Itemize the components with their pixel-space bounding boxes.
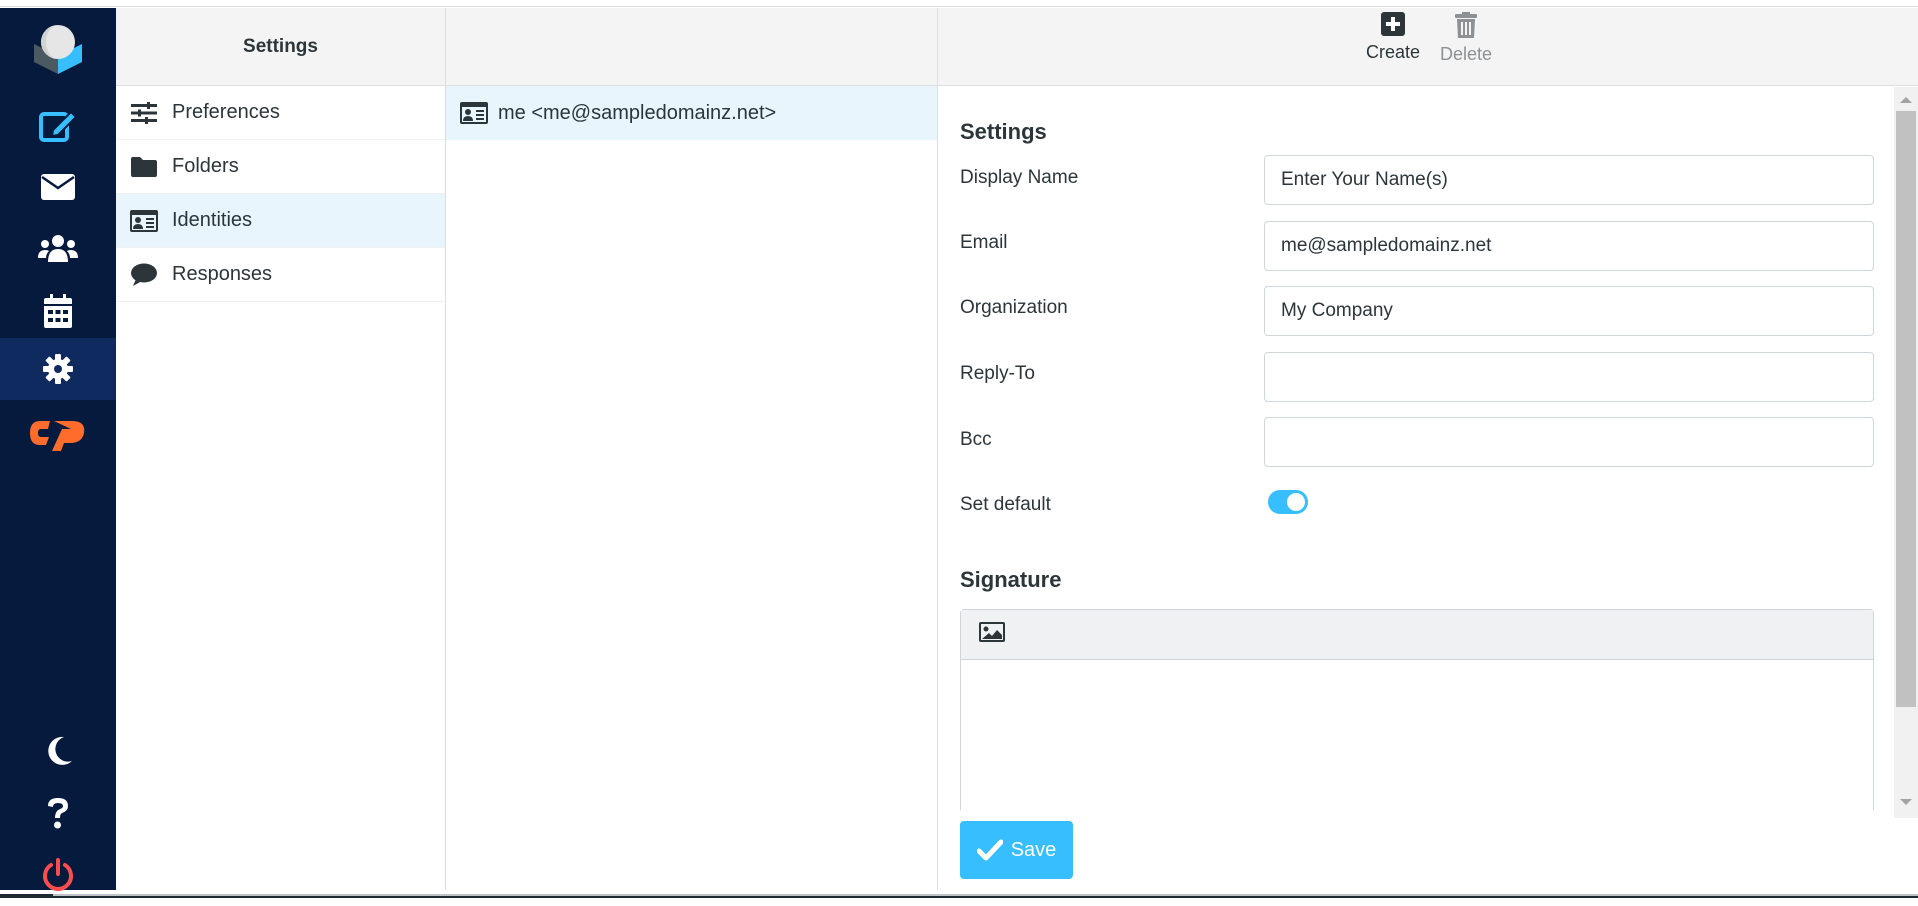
scrollbar-thumb[interactable] (1896, 111, 1916, 707)
identity-edit-panel: Create Delete Settings Display Name Emai… (938, 8, 1918, 890)
nav-contacts[interactable] (0, 218, 116, 280)
settings-item-label: Responses (172, 263, 273, 285)
os-taskbar-edge (0, 894, 1918, 898)
nav-mail[interactable] (0, 156, 116, 218)
compose-icon (39, 110, 77, 142)
set-default-toggle[interactable] (1268, 490, 1308, 514)
scroll-up-icon[interactable] (1900, 97, 1912, 103)
check-icon (976, 839, 1003, 861)
email-input[interactable] (1264, 221, 1874, 271)
trash-icon (1455, 12, 1478, 38)
main-nav (0, 8, 116, 891)
email-label: Email (960, 232, 1008, 253)
nav-calendar[interactable] (0, 280, 116, 342)
delete-label: Delete (1440, 44, 1493, 64)
folder-icon (130, 155, 158, 179)
nav-cpanel[interactable] (0, 402, 116, 464)
identity-list-item[interactable]: me <me@sampledomainz.net> (446, 86, 937, 140)
settings-item-label: Preferences (172, 101, 280, 123)
insert-image-button[interactable] (979, 622, 1005, 647)
save-label: Save (1010, 838, 1057, 861)
create-button[interactable]: Create (1366, 12, 1420, 63)
id-card-icon (460, 101, 490, 125)
nav-settings[interactable] (0, 338, 116, 400)
identity-label: me <me@sampledomainz.net> (498, 101, 777, 124)
users-icon (38, 235, 78, 262)
reply-to-label: Reply-To (960, 363, 1035, 384)
moon-icon (48, 736, 72, 765)
signature-input[interactable] (961, 660, 1873, 810)
nav-compose[interactable] (0, 94, 116, 156)
create-label: Create (1366, 42, 1421, 62)
plus-square-icon (1381, 12, 1406, 36)
organization-label: Organization (960, 297, 1068, 318)
save-button[interactable]: Save (960, 821, 1073, 879)
settings-item-preferences[interactable]: Preferences (116, 86, 445, 140)
settings-item-label: Folders (172, 155, 239, 177)
settings-item-identities[interactable]: Identities (116, 194, 445, 248)
toggle-knob (1287, 493, 1305, 511)
sliders-icon (130, 101, 158, 125)
roundcube-logo-icon (34, 25, 82, 74)
settings-item-label: Identities (172, 209, 253, 231)
question-icon (48, 798, 68, 829)
envelope-icon (41, 174, 75, 200)
reply-to-input[interactable] (1264, 352, 1874, 402)
organization-input[interactable] (1264, 286, 1874, 336)
nav-help[interactable] (0, 782, 116, 844)
settings-section-title: Settings (960, 119, 1047, 144)
scroll-down-icon[interactable] (1900, 799, 1912, 805)
cpanel-icon (30, 421, 85, 451)
nav-dark-mode[interactable] (0, 720, 116, 782)
settings-column-title: Settings (116, 8, 445, 86)
comment-icon (130, 263, 158, 287)
vertical-scrollbar[interactable] (1894, 87, 1918, 818)
bcc-input[interactable] (1264, 417, 1874, 467)
identity-form: Settings Display Name Email Organization… (938, 87, 1894, 817)
image-icon (979, 622, 1005, 642)
calendar-icon (44, 294, 72, 328)
bcc-label: Bcc (960, 429, 992, 450)
settings-item-responses[interactable]: Responses (116, 248, 445, 302)
delete-button[interactable]: Delete (1440, 12, 1492, 65)
identities-column-header (446, 8, 937, 86)
settings-column: Settings Preferences Folders Identities … (116, 8, 446, 890)
display-name-input[interactable] (1264, 155, 1874, 205)
id-card-icon (130, 209, 158, 233)
gear-icon (43, 354, 73, 384)
set-default-label: Set default (960, 494, 1051, 515)
window-top-edge (0, 0, 1918, 7)
power-icon (43, 858, 73, 891)
roundcube-logo[interactable] (0, 12, 116, 84)
signature-editor-toolbar (961, 610, 1873, 660)
signature-section-title: Signature (960, 567, 1062, 592)
signature-editor (960, 609, 1874, 810)
toolbar: Create Delete (938, 8, 1918, 86)
settings-item-folders[interactable]: Folders (116, 140, 445, 194)
identities-column: me <me@sampledomainz.net> (446, 8, 938, 890)
display-name-label: Display Name (960, 167, 1079, 188)
